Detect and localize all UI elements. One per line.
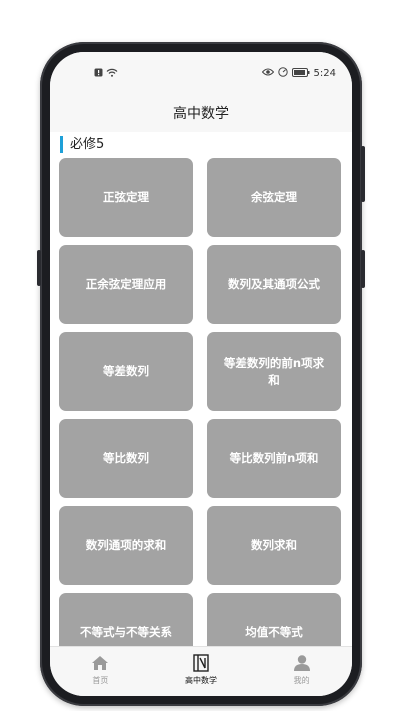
volume-button xyxy=(361,146,365,202)
bottom-nav: 首页 高中数学 我的 xyxy=(50,646,352,696)
notification-icon xyxy=(94,68,103,80)
phone-frame: 5:24 高中数学 必修5 正弦定理 余弦定理 正余弦定理应用 数列及其通项公式… xyxy=(37,42,365,706)
topic-label: 数列通项的求和 xyxy=(85,538,167,552)
battery-icon xyxy=(291,67,310,80)
nav-item-profile[interactable]: 我的 xyxy=(251,647,352,696)
topic-label: 数列求和 xyxy=(251,538,297,552)
power-button xyxy=(361,250,365,288)
nav-label-home: 首页 xyxy=(92,676,109,685)
home-icon xyxy=(90,653,110,673)
screen: 5:24 高中数学 必修5 正弦定理 余弦定理 正余弦定理应用 数列及其通项公式… xyxy=(50,52,352,696)
topic-label: 等比数列 xyxy=(103,451,149,465)
nav-item-math[interactable]: 高中数学 xyxy=(151,647,252,696)
topic-label: 余弦定理 xyxy=(251,190,297,204)
nav-item-home[interactable]: 首页 xyxy=(50,647,151,696)
user-icon xyxy=(292,653,312,673)
topic-label: 均值不等式 xyxy=(245,625,303,639)
topic-tile[interactable]: 数列及其通项公式 xyxy=(207,245,341,324)
topic-label: 正弦定理 xyxy=(103,190,149,204)
section-accent-bar xyxy=(60,136,63,153)
topic-tile[interactable]: 余弦定理 xyxy=(207,158,341,237)
topic-tile[interactable]: 正弦定理 xyxy=(59,158,193,237)
status-bar: 5:24 xyxy=(50,52,352,94)
topic-tile[interactable]: 正余弦定理应用 xyxy=(59,245,193,324)
speed-icon xyxy=(277,67,288,80)
eye-icon xyxy=(261,68,274,79)
topic-tile[interactable]: 等比数列 xyxy=(59,419,193,498)
nav-label-math: 高中数学 xyxy=(185,676,217,685)
topic-label: 等比数列前n项和 xyxy=(229,451,319,465)
topic-grid: 正弦定理 余弦定理 正余弦定理应用 数列及其通项公式 等差数列 等差数列的前n项… xyxy=(59,158,343,646)
topic-tile[interactable]: 等差数列 xyxy=(59,332,193,411)
topic-tile[interactable]: 均值不等式 xyxy=(207,593,341,646)
topic-label: 等差数列的前n项求和 xyxy=(223,355,325,387)
topic-tile[interactable]: 等比数列前n项和 xyxy=(207,419,341,498)
topic-label: 数列及其通项公式 xyxy=(228,277,320,291)
section-title: 必修5 xyxy=(70,137,105,152)
book-icon xyxy=(191,653,211,673)
topic-tile[interactable]: 等差数列的前n项求和 xyxy=(207,332,341,411)
topic-grid-area[interactable]: 正弦定理 余弦定理 正余弦定理应用 数列及其通项公式 等差数列 等差数列的前n项… xyxy=(50,158,352,646)
topic-label: 不等式与不等关系 xyxy=(80,625,172,639)
side-button-left xyxy=(37,250,41,286)
topic-tile[interactable]: 数列通项的求和 xyxy=(59,506,193,585)
nav-label-profile: 我的 xyxy=(293,676,310,685)
wifi-icon xyxy=(106,68,118,80)
page-title: 高中数学 xyxy=(50,94,352,132)
status-time: 5:24 xyxy=(313,68,336,79)
topic-tile[interactable]: 数列求和 xyxy=(207,506,341,585)
topic-label: 等差数列 xyxy=(103,364,149,378)
topic-label: 正余弦定理应用 xyxy=(85,277,167,291)
topic-tile[interactable]: 不等式与不等关系 xyxy=(59,593,193,646)
